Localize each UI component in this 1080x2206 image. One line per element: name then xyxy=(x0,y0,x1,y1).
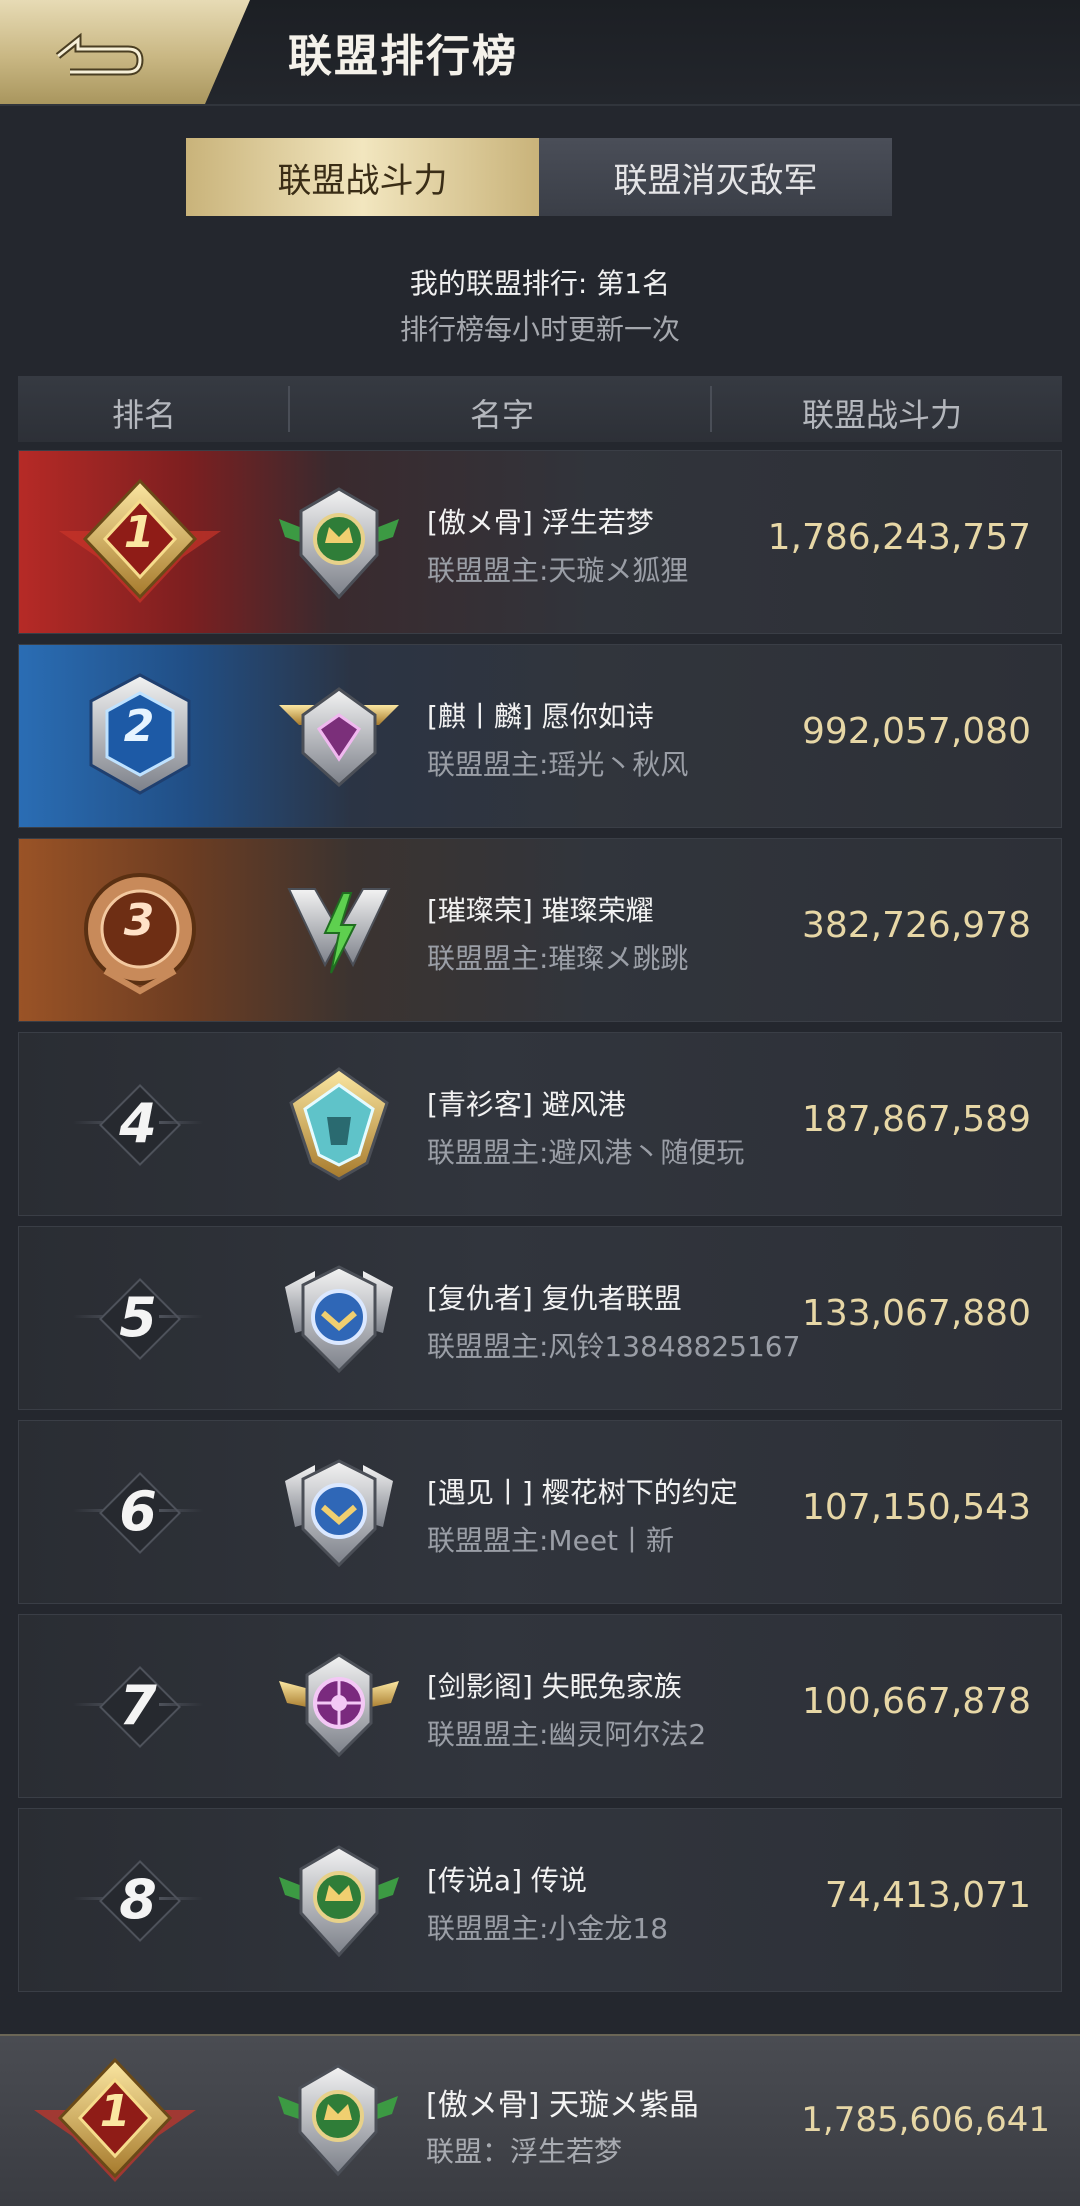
alliance-power: 74,413,071 xyxy=(824,1875,1031,1916)
alliance-row[interactable]: 6 [遇见丨] 樱花树下的约定 联盟盟主:Meet丨新 107,150,543 xyxy=(18,1420,1062,1604)
alliance-name: [剑影阁] 失眠兔家族 xyxy=(427,1670,682,1703)
rank-number: 5 xyxy=(119,1285,157,1349)
rank-number: 7 xyxy=(119,1673,157,1737)
rank-badge-wing xyxy=(159,1703,203,1706)
alliance-leader: 联盟盟主:天璇メ狐狸 xyxy=(427,554,689,587)
tab-alliance-power[interactable]: 联盟战斗力 xyxy=(186,138,539,216)
back-arrow-icon xyxy=(55,32,144,76)
alliance-leader: 联盟盟主:瑶光丶秋风 xyxy=(427,748,689,781)
alliance-power: 382,726,978 xyxy=(801,905,1031,946)
alliance-leader: 联盟盟主:风铃13848825167 xyxy=(427,1330,801,1363)
alliance-power: 187,867,589 xyxy=(801,1099,1031,1140)
page-title: 联盟排行榜 xyxy=(288,31,518,82)
update-note: 排行榜每小时更新一次 xyxy=(399,313,680,346)
rank-badge: 7 xyxy=(73,1655,203,1755)
alliance-emblem-green-wings-icon xyxy=(279,1845,399,1958)
rank-badge: 8 xyxy=(73,1849,203,1949)
alliance-row[interactable]: 2 [麒丨麟] 愿你如诗 联盟盟主:瑶光丶秋风 992,057,080 xyxy=(18,644,1062,828)
rank-number: 8 xyxy=(119,1867,157,1931)
alliance-row[interactable]: 8 [传说a] 传说 联盟盟主:小金龙18 74,413,071 xyxy=(18,1808,1062,1992)
rank-badge-wing xyxy=(159,1509,203,1512)
column-header: 排名 名字 联盟战斗力 xyxy=(18,376,1062,442)
alliance-emblem-blue-shield-icon xyxy=(285,1459,393,1568)
alliance-leader: 联盟盟主:璀璨メ跳跳 xyxy=(427,942,689,975)
my-alliance-player-name: [傲メ骨] 天璇メ紫晶 xyxy=(426,2088,699,2123)
rank-number: 1 xyxy=(99,2086,131,2137)
alliance-leader: 联盟盟主:小金龙18 xyxy=(427,1912,669,1945)
column-divider xyxy=(710,386,712,432)
alliance-power: 992,057,080 xyxy=(801,711,1031,752)
column-rank: 排名 xyxy=(112,396,177,434)
my-alliance-name: 联盟：浮生若梦 xyxy=(426,2135,623,2168)
alliance-emblem-blue-shield-icon xyxy=(285,1265,393,1374)
alliance-power: 1,786,243,757 xyxy=(767,517,1031,558)
alliance-leader: 联盟盟主:Meet丨新 xyxy=(427,1524,675,1557)
alliance-leader: 联盟盟主:幽灵阿尔法2 xyxy=(427,1718,707,1751)
alliance-power: 100,667,878 xyxy=(801,1681,1031,1722)
tab-alliance-kills[interactable]: 联盟消灭敌军 xyxy=(539,138,892,216)
rank-badge-wing xyxy=(159,1315,203,1318)
column-name: 名字 xyxy=(470,396,535,434)
rank-number: 4 xyxy=(119,1091,157,1155)
alliance-name: [遇见丨] 樱花树下的约定 xyxy=(427,1476,738,1509)
alliance-emblem-green-wings-icon xyxy=(279,487,399,600)
alliance-emblem-lightning-icon xyxy=(287,888,391,974)
alliance-emblem-crosshair-icon xyxy=(279,1653,399,1758)
my-alliance-bar[interactable]: 1 [傲メ骨] 天璇メ紫晶 联盟：浮生若梦 1,785,606,641 xyxy=(0,2034,1080,2206)
alliance-row[interactable]: 4 [青衫客] 避风港 联盟盟主:避风港丶随便玩 187,867,589 xyxy=(18,1032,1062,1216)
alliance-name: [传说a] 传说 xyxy=(427,1864,587,1897)
rank-number: 3 xyxy=(123,895,155,946)
back-button[interactable] xyxy=(0,0,250,104)
top-bar: 联盟排行榜 xyxy=(0,0,1080,106)
alliance-row[interactable]: 3 [璀璨荣] 璀璨荣耀 联盟盟主:璀璨メ跳跳 382,726,978 xyxy=(18,838,1062,1022)
alliance-emblem-diamond-icon xyxy=(279,687,399,788)
alliance-emblem-teal-shield-icon xyxy=(289,1067,389,1181)
column-power: 联盟战斗力 xyxy=(802,396,963,434)
rank-badge: 6 xyxy=(73,1461,203,1561)
alliance-name: [傲メ骨] 浮生若梦 xyxy=(427,506,654,539)
rank-badge: 5 xyxy=(73,1267,203,1367)
rank-number: 1 xyxy=(123,507,155,558)
rank-number: 6 xyxy=(119,1479,157,1543)
rank-badge: 4 xyxy=(73,1073,203,1173)
ranking-tabs: 联盟战斗力 联盟消灭敌军 xyxy=(186,138,892,216)
alliance-power: 133,067,880 xyxy=(801,1293,1031,1334)
alliance-name: [璀璨荣] 璀璨荣耀 xyxy=(427,894,654,927)
alliance-name: [青衫客] 避风港 xyxy=(427,1088,626,1121)
alliance-name: [麒丨麟] 愿你如诗 xyxy=(427,700,654,733)
alliance-leader: 联盟盟主:避风港丶随便玩 xyxy=(427,1136,745,1169)
alliance-row[interactable]: 5 [复仇者] 复仇者联盟 联盟盟主:风铃13848825167 133,067… xyxy=(18,1226,1062,1410)
rank-badge-wing xyxy=(159,1897,203,1900)
rank-badge-wing xyxy=(159,1121,203,1124)
my-rank-text: 我的联盟排行: 第1名 xyxy=(409,267,671,300)
my-alliance-power: 1,785,606,641 xyxy=(801,2100,1050,2140)
alliance-row[interactable]: 1 [傲メ骨] 浮生若梦 联盟盟主:天璇メ狐狸 1,786,243,757 xyxy=(18,450,1062,634)
alliance-name: [复仇者] 复仇者联盟 xyxy=(427,1282,682,1315)
column-divider xyxy=(288,386,290,432)
alliance-power: 107,150,543 xyxy=(801,1487,1031,1528)
rank-number: 2 xyxy=(123,701,155,752)
alliance-emblem-green-wings-icon xyxy=(278,2064,398,2177)
alliance-row[interactable]: 7 [剑影阁] 失眠兔家族 联盟盟主:幽灵阿尔法2 100,667,878 xyxy=(18,1614,1062,1798)
